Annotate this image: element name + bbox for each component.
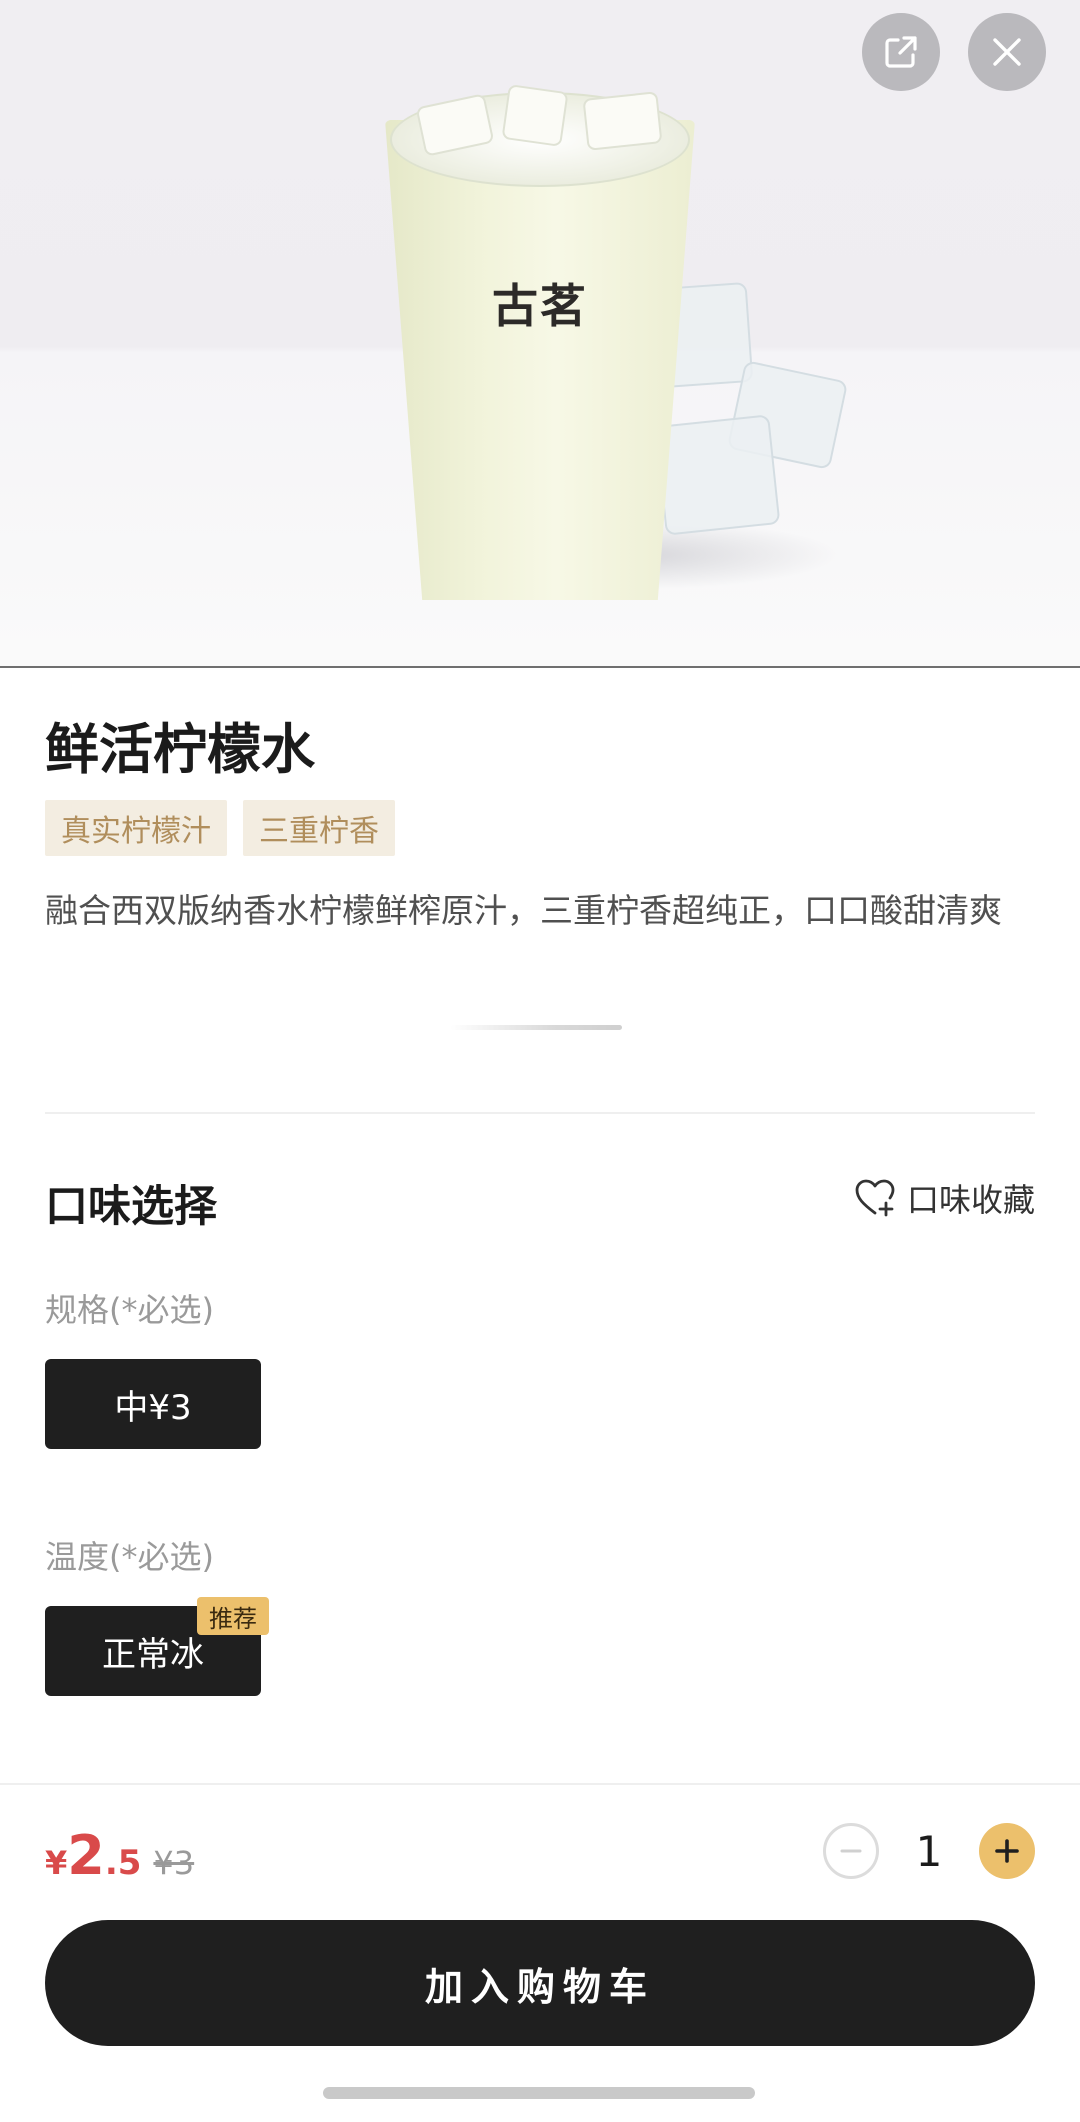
recommended-badge: 推荐	[197, 1597, 269, 1635]
quantity-stepper: 1	[823, 1823, 1035, 1879]
flavor-section-title: 口味选择	[45, 1182, 217, 1232]
plus-icon	[995, 1839, 1019, 1863]
price-integer: 2	[67, 1824, 105, 1887]
price-currency: ¥	[45, 1844, 68, 1882]
product-tags: 真实柠檬汁 三重柠香	[45, 800, 395, 856]
temperature-label: 温度(*必选)	[45, 1538, 214, 1576]
cup-brand-logo: 古茗	[492, 279, 588, 333]
drink-cup	[385, 120, 695, 600]
ice-cube	[501, 84, 569, 147]
close-button[interactable]	[968, 13, 1046, 91]
close-icon	[993, 38, 1021, 66]
flavor-favorite-button[interactable]: 口味收藏	[853, 1175, 1035, 1221]
size-label: 规格(*必选)	[45, 1291, 214, 1329]
share-external-icon	[885, 36, 917, 68]
price-decimal: .5	[104, 1843, 142, 1883]
product-hero-image: 古茗	[0, 0, 1080, 668]
flavor-favorite-label: 口味收藏	[906, 1181, 1035, 1219]
scroll-indicator	[450, 1025, 622, 1030]
current-price: ¥ 2 .5 ¥3	[45, 1824, 194, 1887]
size-option-medium[interactable]: 中¥3	[45, 1359, 261, 1449]
add-to-cart-button[interactable]: 加入购物车	[45, 1920, 1035, 2046]
product-description: 融合西双版纳香水柠檬鲜榨原汁，三重柠香超纯正，口口酸甜清爽	[45, 891, 1002, 930]
ice-cube	[654, 414, 781, 536]
product-title: 鲜活柠檬水	[45, 718, 315, 781]
ice-cube	[582, 91, 663, 151]
share-button[interactable]	[862, 13, 940, 91]
decrease-quantity-button[interactable]	[823, 1823, 879, 1879]
quantity-value: 1	[915, 1826, 943, 1876]
increase-quantity-button[interactable]	[979, 1823, 1035, 1879]
home-indicator	[323, 2087, 755, 2099]
original-price: ¥3	[153, 1844, 195, 1882]
heart-plus-icon	[855, 1179, 895, 1217]
product-tag: 真实柠檬汁	[45, 800, 227, 856]
product-tag: 三重柠香	[243, 800, 395, 856]
divider	[45, 1112, 1035, 1114]
minus-icon	[840, 1849, 862, 1853]
